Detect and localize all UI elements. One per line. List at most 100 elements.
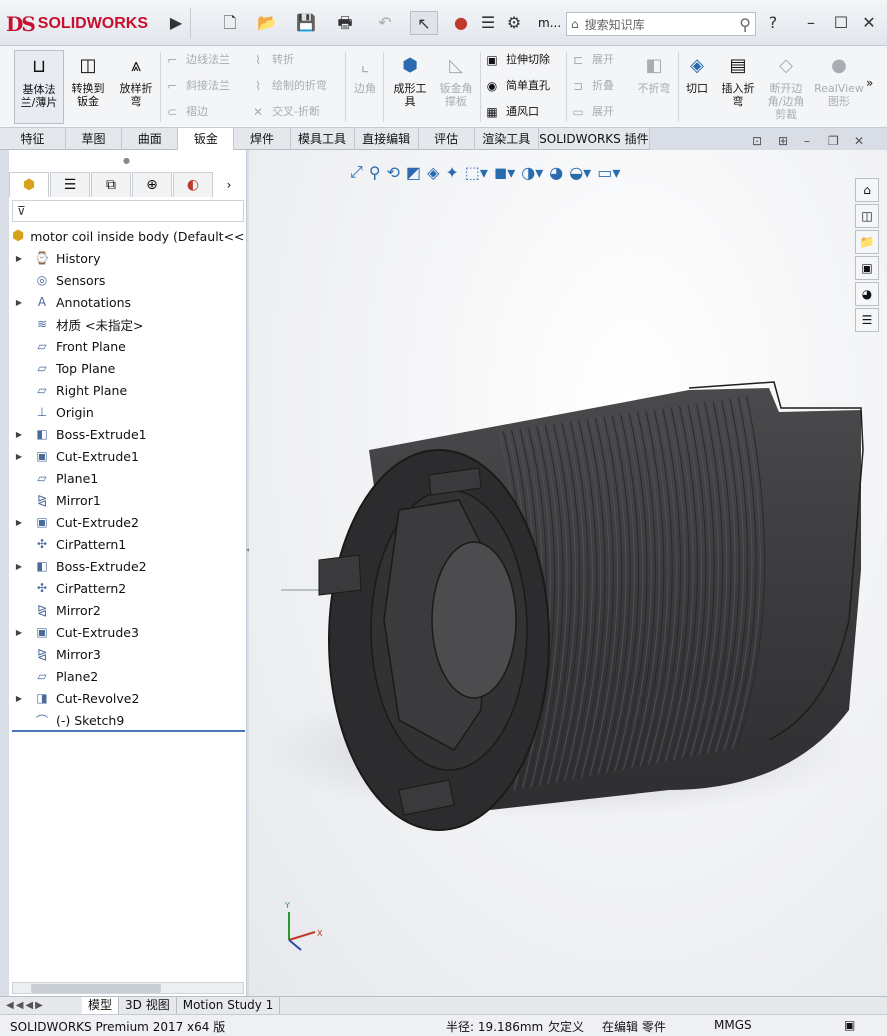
tab-navigation-arrows[interactable]: ◀◀◀▶ xyxy=(0,1000,82,1011)
tree-item-cirpattern1[interactable]: ✣ CirPattern1 xyxy=(12,533,245,555)
part-model-viewport[interactable]: Y X xyxy=(249,150,887,996)
tree-item-[interactable]: ≋ 材质 <未指定> xyxy=(12,313,245,335)
realview-graphics-button[interactable]: ● RealView 图形 xyxy=(812,50,866,108)
panel-tabs-scroll-icon[interactable]: › xyxy=(214,172,244,198)
configuration-manager-tab-icon[interactable]: ⧉ xyxy=(91,172,131,197)
tab-direct-editing[interactable]: 直接编辑 xyxy=(355,128,419,150)
viewport-tile-icon[interactable]: ⊞ xyxy=(778,134,788,150)
edge-flange-button[interactable]: ⌐ 边线法兰 xyxy=(164,50,230,70)
tree-item-annotations[interactable]: ▶ A Annotations xyxy=(12,291,245,313)
open-document-icon[interactable]: 📂 xyxy=(252,11,282,35)
tree-root-part[interactable]: ⬢ motor coil inside body (Default<<D xyxy=(12,226,245,246)
tree-item-plane1[interactable]: ▱ Plane1 xyxy=(12,467,245,489)
flatten-button[interactable]: ▭ 展开 xyxy=(570,102,614,122)
tab-motion-study-1[interactable]: Motion Study 1 xyxy=(177,997,281,1014)
panel-grip-icon[interactable]: ● xyxy=(123,156,130,165)
tree-item-cut-revolve2[interactable]: ▶ ◨ Cut-Revolve2 xyxy=(12,687,245,709)
expand-arrow-icon[interactable]: ▶ xyxy=(12,562,26,571)
expand-arrow-icon[interactable]: ▶ xyxy=(12,694,26,703)
cross-break-button[interactable]: ✕ 交叉-折断 xyxy=(250,102,320,122)
unfold-button[interactable]: ⊏ 展开 xyxy=(570,50,614,70)
tab-features[interactable]: 特征 xyxy=(0,128,66,150)
corners-button[interactable]: ⌞ 边角 xyxy=(348,50,382,95)
expand-arrow-icon[interactable]: ▶ xyxy=(12,430,26,439)
expand-menu-icon[interactable]: ▶ xyxy=(168,11,184,35)
tree-item-boss-extrude1[interactable]: ▶ ◧ Boss-Extrude1 xyxy=(12,423,245,445)
viewport-maximize-icon[interactable]: ❐ xyxy=(828,134,839,150)
close-icon[interactable]: ✕ xyxy=(858,11,880,35)
convert-sheet-metal-button[interactable]: ◫ 转换到 钣金 xyxy=(64,50,112,108)
tab-render-tools[interactable]: 渲染工具 xyxy=(475,128,539,150)
feature-manager-tab-icon[interactable]: ⬢ xyxy=(9,172,49,197)
print-icon[interactable]: 🖶 xyxy=(332,11,358,35)
display-manager-tab-icon[interactable]: ◐ xyxy=(173,172,213,197)
tree-item-plane2[interactable]: ▱ Plane2 xyxy=(12,665,245,687)
jog-button[interactable]: ⌇ 转折 xyxy=(250,50,294,70)
no-bends-button[interactable]: ◧ 不折弯 xyxy=(630,50,678,95)
file-properties-icon[interactable]: ☰ xyxy=(478,11,498,35)
tree-item-origin[interactable]: ⊥ Origin xyxy=(12,401,245,423)
viewport-restore-icon[interactable]: ⊡ xyxy=(752,134,762,150)
tab-solidworks-addins[interactable]: SOLIDWORKS 插件 xyxy=(539,128,651,150)
tree-item-mirror2[interactable]: ⧎ Mirror2 xyxy=(12,599,245,621)
new-document-icon[interactable]: 🗋 xyxy=(218,11,242,35)
tree-item-history[interactable]: ▶ ⌚ History xyxy=(12,247,245,269)
break-corner-button[interactable]: ◇ 断开边 角/边角 剪裁 xyxy=(762,50,810,121)
select-pointer-icon[interactable]: ↖ xyxy=(410,11,438,35)
tab-sheet-metal[interactable]: 钣金 xyxy=(178,128,235,150)
help-icon[interactable]: ? xyxy=(764,11,782,35)
tab-weldments[interactable]: 焊件 xyxy=(234,128,291,150)
tab-model[interactable]: 模型 xyxy=(82,997,120,1014)
simple-hole-button[interactable]: ◉ 简单直孔 xyxy=(484,76,550,96)
tree-item-boss-extrude2[interactable]: ▶ ◧ Boss-Extrude2 xyxy=(12,555,245,577)
tree-item-sketch9[interactable]: ⌒ (-) Sketch9 xyxy=(12,709,245,731)
solidworks-logo[interactable]: DS SOLIDWORKS xyxy=(6,6,166,42)
rip-button[interactable]: ◈ 切口 xyxy=(680,50,714,95)
status-units[interactable]: MMGS xyxy=(714,1018,752,1032)
search-box[interactable]: ⌂ 搜索知识库 ⚲ xyxy=(566,12,756,36)
ribbon-more-icon[interactable]: » xyxy=(866,76,873,90)
viewport-close-icon[interactable]: ✕ xyxy=(854,134,864,150)
tree-item-cirpattern2[interactable]: ✣ CirPattern2 xyxy=(12,577,245,599)
base-flange-button[interactable]: ⊔ 基体法 兰/薄片 xyxy=(14,50,64,124)
rebuild-traffic-light-icon[interactable]: ● xyxy=(452,11,470,35)
expand-arrow-icon[interactable]: ▶ xyxy=(12,518,26,527)
forming-tool-button[interactable]: ⬢ 成形工 具 xyxy=(386,50,434,108)
tree-horizontal-scrollbar[interactable] xyxy=(12,982,244,994)
viewport-minimize-icon[interactable]: – xyxy=(804,134,810,150)
expand-arrow-icon[interactable]: ▶ xyxy=(12,452,26,461)
vent-button[interactable]: ▦ 通风口 xyxy=(484,102,539,122)
tree-item-top-plane[interactable]: ▱ Top Plane xyxy=(12,357,245,379)
save-icon[interactable]: 💾 xyxy=(294,11,318,35)
tab-evaluate[interactable]: 评估 xyxy=(419,128,475,150)
rollback-bar[interactable] xyxy=(12,730,245,732)
miter-flange-button[interactable]: ⌐ 斜接法兰 xyxy=(164,76,230,96)
tab-surfaces[interactable]: 曲面 xyxy=(122,128,179,150)
fold-button[interactable]: ⊐ 折叠 xyxy=(570,76,614,96)
tab-sketch[interactable]: 草图 xyxy=(66,128,123,150)
user-menu[interactable]: m... xyxy=(538,16,561,30)
dimxpert-tab-icon[interactable]: ⊕ xyxy=(132,172,172,197)
expand-arrow-icon[interactable]: ▶ xyxy=(12,298,26,307)
tree-item-mirror1[interactable]: ⧎ Mirror1 xyxy=(12,489,245,511)
expand-arrow-icon[interactable]: ▶ xyxy=(12,254,26,263)
tree-filter[interactable]: ⊽ xyxy=(12,200,244,222)
tree-item-front-plane[interactable]: ▱ Front Plane xyxy=(12,335,245,357)
tree-item-cut-extrude2[interactable]: ▶ ▣ Cut-Extrude2 xyxy=(12,511,245,533)
scrollbar-thumb[interactable] xyxy=(31,984,161,993)
status-tooltip-icon[interactable]: ▣ xyxy=(844,1018,855,1032)
minimize-icon[interactable]: – xyxy=(800,11,822,35)
options-gear-icon[interactable]: ⚙ xyxy=(504,11,524,35)
extruded-cut-button[interactable]: ▣ 拉伸切除 xyxy=(484,50,550,70)
tree-item-mirror3[interactable]: ⧎ Mirror3 xyxy=(12,643,245,665)
undo-icon[interactable]: ↶ xyxy=(372,11,398,35)
lofted-bend-button[interactable]: ⩓ 放样折 弯 xyxy=(112,50,160,108)
hem-button[interactable]: ⊂ 褶边 xyxy=(164,102,208,122)
tab-mold-tools[interactable]: 模具工具 xyxy=(291,128,355,150)
tree-item-sensors[interactable]: ◎ Sensors xyxy=(12,269,245,291)
tab-3d-views[interactable]: 3D 视图 xyxy=(119,997,177,1014)
sheet-metal-gusset-button[interactable]: ◺ 钣金角 撑板 xyxy=(432,50,480,108)
expand-arrow-icon[interactable]: ▶ xyxy=(12,628,26,637)
property-manager-tab-icon[interactable]: ☰ xyxy=(50,172,90,197)
search-icon[interactable]: ⚲ xyxy=(739,15,751,34)
